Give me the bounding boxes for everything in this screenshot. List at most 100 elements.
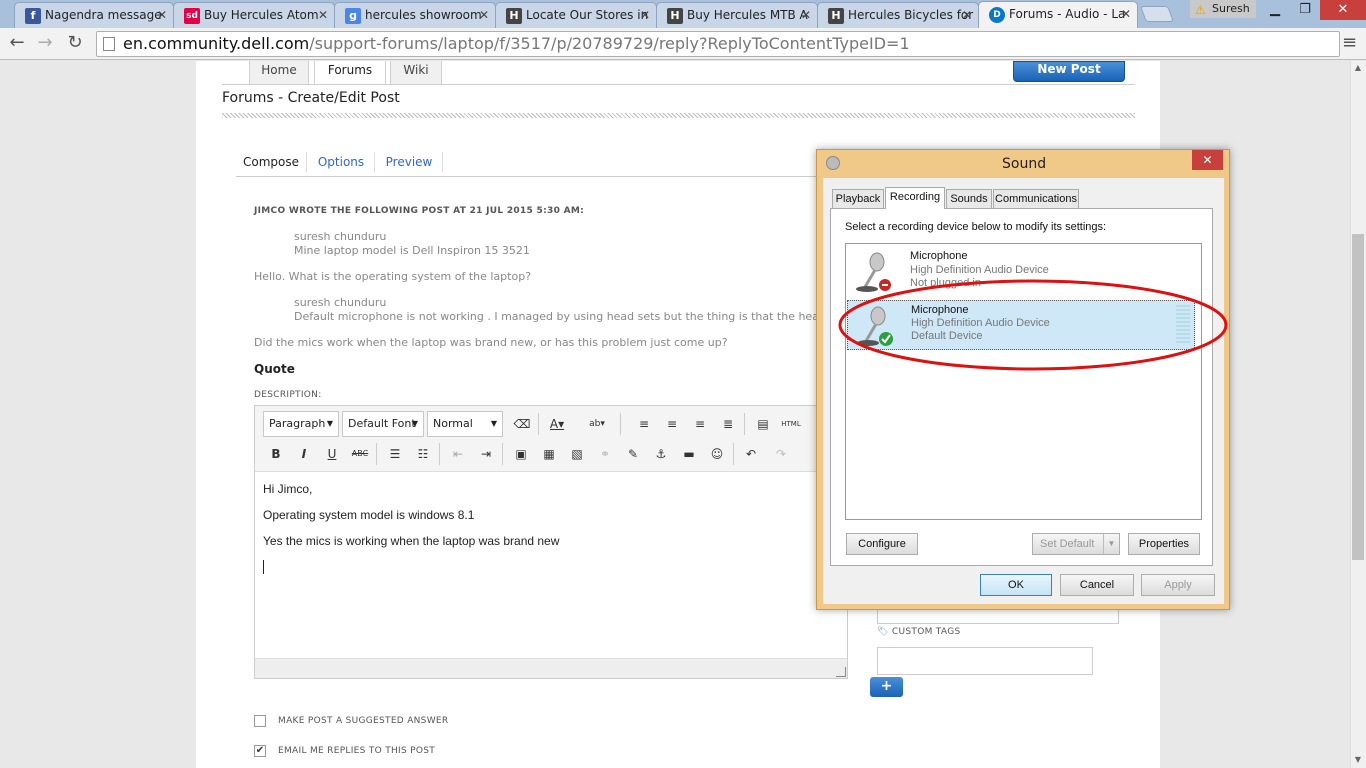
font-color-icon[interactable]: A▾ [546,413,568,435]
bold-icon[interactable]: B [265,443,287,465]
close-tab-icon[interactable]: ✕ [801,3,811,27]
back-arrow-icon[interactable]: ← [5,32,29,56]
insert-media-icon[interactable]: ▦ [538,443,560,465]
tab-playback[interactable]: Playback [832,189,884,209]
browser-tab-google[interactable]: g hercules showroom ✕ [334,2,496,28]
quoted-author: suresh chunduru [294,230,387,243]
new-post-button[interactable]: New Post [1013,61,1125,82]
custom-tags-input[interactable] [877,647,1093,675]
clear-format-icon[interactable]: ⌫ [511,413,533,435]
close-tab-icon[interactable]: ✕ [479,3,489,27]
close-tab-icon[interactable]: ✕ [318,3,328,27]
device-microphone-unplugged[interactable]: Microphone High Definition Audio Device … [847,247,1195,297]
scrollbar-thumb[interactable] [1352,234,1364,560]
quoted-text: Default microphone is not working . I ma… [294,310,816,323]
browser-tab-hercules-bicycles[interactable]: H Hercules Bicycles for ✕ [817,2,979,28]
email-replies-label: EMAIL ME REPLIES TO THIS POST [278,746,436,756]
page-title: Forums - Create/Edit Post [222,90,400,106]
nav-tab-forums[interactable]: Forums [314,61,386,85]
horizontal-rule-icon[interactable]: ▬ [678,443,700,465]
dropdown-value: Paragraph [269,417,326,430]
undo-icon[interactable]: ↶ [740,443,762,465]
apply-button[interactable]: Apply [1141,574,1215,596]
minimize-icon[interactable]: ▁ [1260,0,1290,20]
resize-grip-icon[interactable] [836,667,846,677]
custom-tags-text: CUSTOM TAGS [891,627,961,637]
divider [538,413,539,435]
nav-tab-wiki[interactable]: Wiki [390,61,442,85]
dialog-close-button[interactable]: ✕ [1192,150,1223,170]
link-icon[interactable]: ⚭ [594,443,616,465]
nav-tab-home[interactable]: Home [249,61,309,85]
browser-tab-facebook[interactable]: f Nagendra message ✕ [14,2,174,28]
insert-file-icon[interactable]: ▧ [566,443,588,465]
numbered-list-icon[interactable]: ☷ [412,443,434,465]
close-tab-icon[interactable]: ✕ [962,3,972,27]
set-default-label: Set Default [1040,538,1095,550]
font-dropdown[interactable]: Default Font ▼ [342,411,424,437]
underline-icon[interactable]: U [321,443,343,465]
new-tab-button[interactable] [1140,6,1174,22]
email-replies-checkbox[interactable]: ✔ [254,745,266,757]
outdent-icon[interactable]: ⇤ [447,443,469,465]
browser-tab-hercules-stores[interactable]: H Locate Our Stores in ✕ [495,2,657,28]
properties-button[interactable]: Properties [1128,533,1200,555]
align-left-icon[interactable]: ≡ [633,413,655,435]
forward-arrow-icon[interactable]: → [33,32,57,56]
quote-link[interactable]: Quote [254,362,295,376]
browser-toolbar: ← → ↻ en.community.dell.com/support-foru… [0,28,1366,60]
device-status: Default Device [911,330,983,342]
tab-sounds[interactable]: Sounds [946,189,992,209]
tab-recording[interactable]: Recording [885,187,945,209]
profile-badge[interactable]: ⚠ Suresh [1190,0,1256,18]
reply-text: Hello. What is the operating system of t… [254,270,532,283]
add-tag-button[interactable]: + [870,677,903,697]
restore-icon[interactable]: ❐ [1290,0,1320,20]
browser-tab-dell-forums[interactable]: D Forums - Audio - La ✕ [978,1,1138,28]
reload-icon[interactable]: ↻ [63,32,87,56]
suggested-answer-checkbox[interactable] [254,715,266,727]
align-right-icon[interactable]: ≡ [689,413,711,435]
divider [222,84,1135,85]
tab-communications[interactable]: Communications [993,189,1079,209]
edit-icon[interactable]: ✎ [622,443,644,465]
html-icon[interactable]: HTML [780,413,802,435]
size-dropdown[interactable]: Normal ▼ [427,411,503,437]
browser-tab-hercules-mtb[interactable]: H Buy Hercules MTB A ✕ [656,2,818,28]
bullet-list-icon[interactable]: ☰ [384,443,406,465]
configure-button[interactable]: Configure [846,533,918,555]
align-justify-icon[interactable]: ≣ [717,413,739,435]
cancel-button[interactable]: Cancel [1060,574,1134,596]
emoticon-icon[interactable]: ☺ [706,443,728,465]
anchor-icon[interactable]: ⚓ [650,443,672,465]
insert-image-icon[interactable]: ▣ [510,443,532,465]
italic-icon[interactable]: I [293,443,315,465]
close-tab-icon[interactable]: ✕ [1121,2,1131,26]
tab-title: Buy Hercules MTB A [687,8,808,22]
insert-table-icon[interactable]: ▤ [752,413,774,435]
ok-button[interactable]: OK [980,574,1052,596]
redo-icon[interactable]: ↷ [770,443,792,465]
menu-icon[interactable]: ≡ [1342,32,1357,53]
align-center-icon[interactable]: ≡ [661,413,683,435]
paragraph-dropdown[interactable]: Paragraph ▼ [263,411,339,437]
page-icon [103,37,115,51]
address-bar[interactable]: en.community.dell.com/support-forums/lap… [96,31,1340,57]
device-microphone-default[interactable]: Microphone High Definition Audio Device … [847,300,1195,350]
reply-text: Did the mics work when the laptop was br… [254,336,728,349]
tab-compose[interactable]: Compose [236,148,306,176]
set-default-button[interactable]: Set Default ▼ [1032,533,1120,555]
dropdown-value: Default Font [348,417,416,430]
close-tab-icon[interactable]: ✕ [640,3,650,27]
highlight-icon[interactable]: ab▾ [586,413,608,435]
scroll-down-icon[interactable]: ▼ [1352,755,1364,765]
tab-options[interactable]: Options [308,148,374,176]
tab-preview[interactable]: Preview [376,148,442,176]
editor-line: Hi Jimco, [263,482,313,496]
scroll-up-icon[interactable]: ▲ [1352,63,1364,73]
strikethrough-icon[interactable]: ABC [349,443,371,465]
close-window-icon[interactable]: ✕ [1320,0,1366,20]
indent-icon[interactable]: ⇥ [475,443,497,465]
close-tab-icon[interactable]: ✕ [157,3,167,27]
browser-tab-snapdeal[interactable]: sd Buy Hercules Atom ✕ [173,2,335,28]
